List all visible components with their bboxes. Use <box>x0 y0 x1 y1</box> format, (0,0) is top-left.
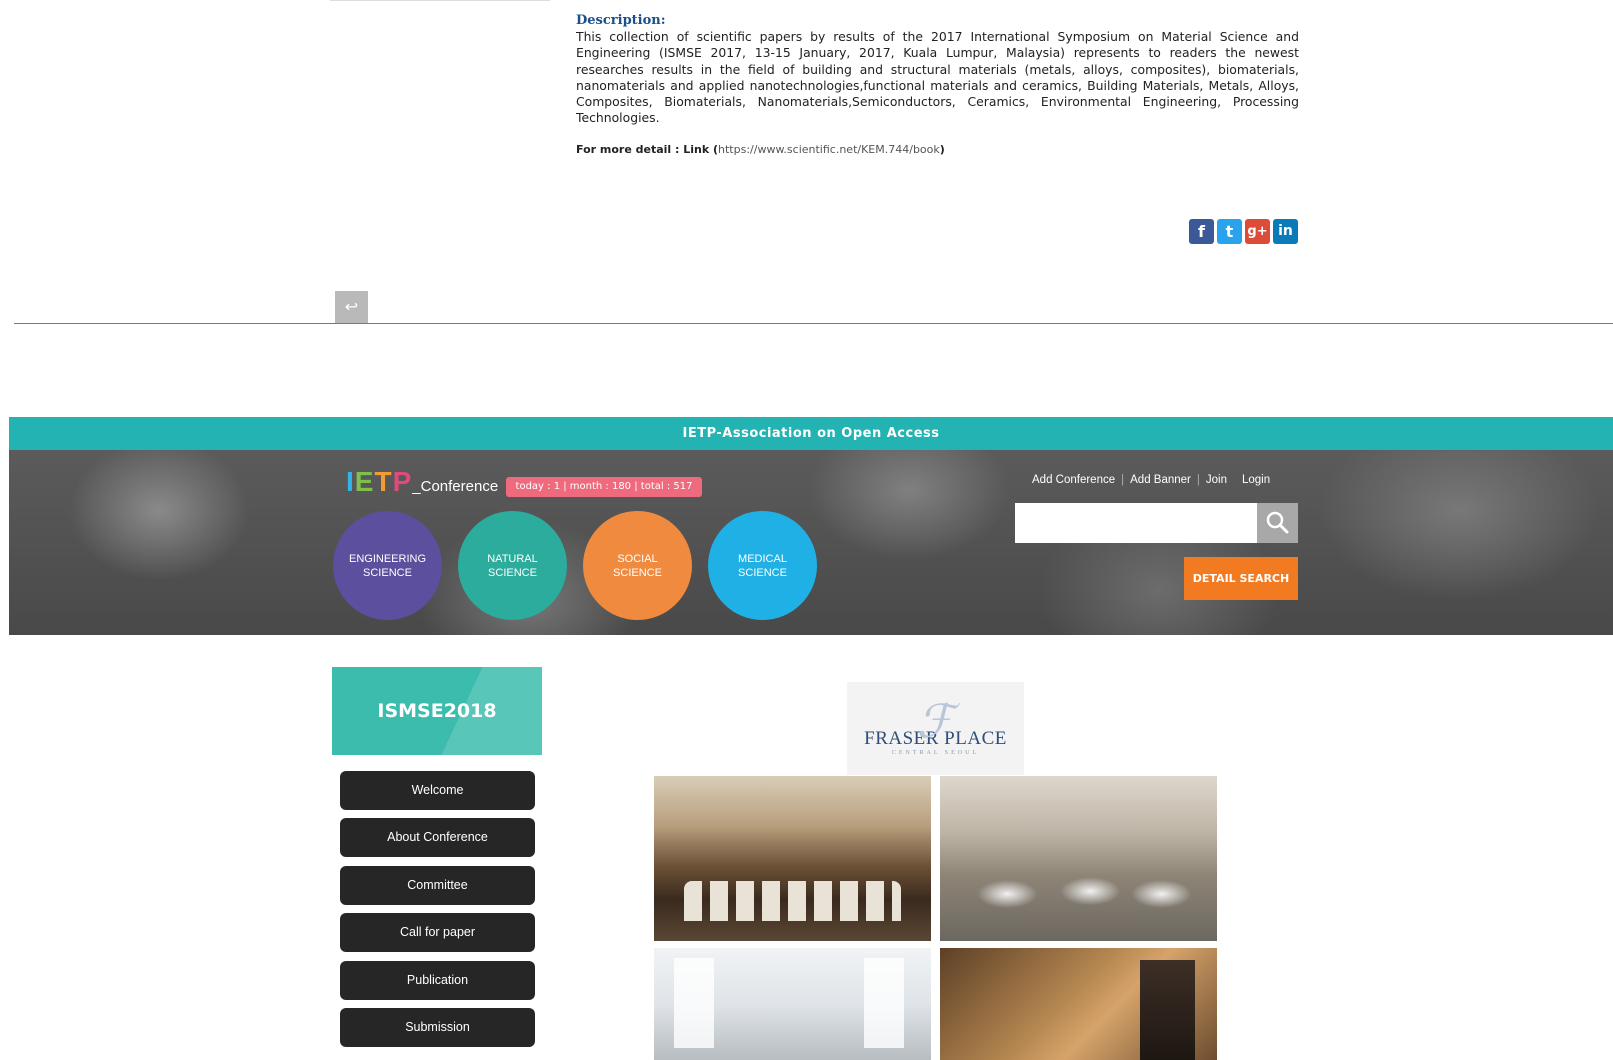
join-link[interactable]: Join <box>1206 474 1227 486</box>
logo-suffix: _Conference <box>412 478 499 495</box>
facebook-share-icon[interactable]: f <box>1189 219 1214 244</box>
logo-letter-p: P <box>392 466 413 497</box>
photo-tables <box>960 861 1197 916</box>
link-separator: | <box>1233 474 1236 486</box>
menu-committee[interactable]: Committee <box>340 866 535 905</box>
detail-search-button[interactable]: DETAIL SEARCH <box>1184 557 1298 600</box>
category-medical-science[interactable]: MEDICAL SCIENCE <box>708 511 817 620</box>
venue-photo-banquet-room <box>940 776 1217 941</box>
category-engineering-science[interactable]: ENGINEERING SCIENCE <box>333 511 442 620</box>
menu-call-for-paper[interactable]: Call for paper <box>340 913 535 952</box>
twitter-share-icon[interactable]: t <box>1217 219 1242 244</box>
menu-publication[interactable]: Publication <box>340 961 535 1000</box>
logo-letter-i: I <box>346 466 355 497</box>
link-separator: | <box>1196 474 1200 486</box>
link-separator: | <box>1121 474 1125 486</box>
more-detail-link[interactable]: https://www.scientific.net/KEM.744/book <box>718 143 940 156</box>
login-link[interactable]: Login <box>1242 474 1270 486</box>
top-divider <box>330 0 550 1</box>
search-button[interactable] <box>1257 503 1298 543</box>
venue-photo-meeting-room <box>654 948 931 1060</box>
venue-logo-sub: CENTRAL SEOUL <box>891 750 980 756</box>
linkedin-share-icon[interactable]: in <box>1273 219 1298 244</box>
logo-letter-e: E <box>354 466 375 497</box>
venue-logo-mark: ℱ <box>917 696 954 747</box>
photo-window <box>674 958 714 1048</box>
googleplus-share-icon[interactable]: g+ <box>1245 219 1270 244</box>
photo-door <box>1140 960 1195 1060</box>
more-detail: For more detail : Link (https://www.scie… <box>576 143 945 156</box>
visitor-stats-badge: today : 1 | month : 180 | total : 517 <box>506 477 702 497</box>
menu-submission[interactable]: Submission <box>340 1008 535 1047</box>
back-button[interactable]: ↩ <box>335 291 368 323</box>
venue-logo: ℱ FRASER PLACE CENTRAL SEOUL <box>847 682 1024 775</box>
section-divider <box>14 323 1613 324</box>
top-links: Add Conference | Add Banner | Join | Login <box>1032 474 1270 486</box>
conference-title-text: ISMSE2018 <box>377 700 497 722</box>
add-banner-link[interactable]: Add Banner <box>1130 474 1191 486</box>
description-title: Description: <box>576 13 666 28</box>
venue-photo-conference-hall <box>654 776 931 941</box>
photo-chairs <box>684 881 901 921</box>
conference-title: ISMSE2018 <box>332 667 542 755</box>
add-conference-link[interactable]: Add Conference <box>1032 474 1115 486</box>
category-social-science[interactable]: SOCIAL SCIENCE <box>583 511 692 620</box>
category-natural-science[interactable]: NATURAL SCIENCE <box>458 511 567 620</box>
description-text: This collection of scientific papers by … <box>576 29 1299 126</box>
venue-photo-lobby <box>940 948 1217 1060</box>
more-detail-label: For more detail : Link ( <box>576 143 719 156</box>
more-detail-close: ) <box>939 143 945 156</box>
photo-window <box>864 958 904 1048</box>
search-input[interactable] <box>1015 503 1257 543</box>
logo-letter-t: T <box>374 466 393 497</box>
menu-about-conference[interactable]: About Conference <box>340 818 535 857</box>
association-banner[interactable]: IETP-Association on Open Access <box>9 417 1613 450</box>
site-logo[interactable]: IETP_Conference <box>346 466 498 498</box>
menu-welcome[interactable]: Welcome <box>340 771 535 810</box>
search-icon <box>1266 511 1289 534</box>
